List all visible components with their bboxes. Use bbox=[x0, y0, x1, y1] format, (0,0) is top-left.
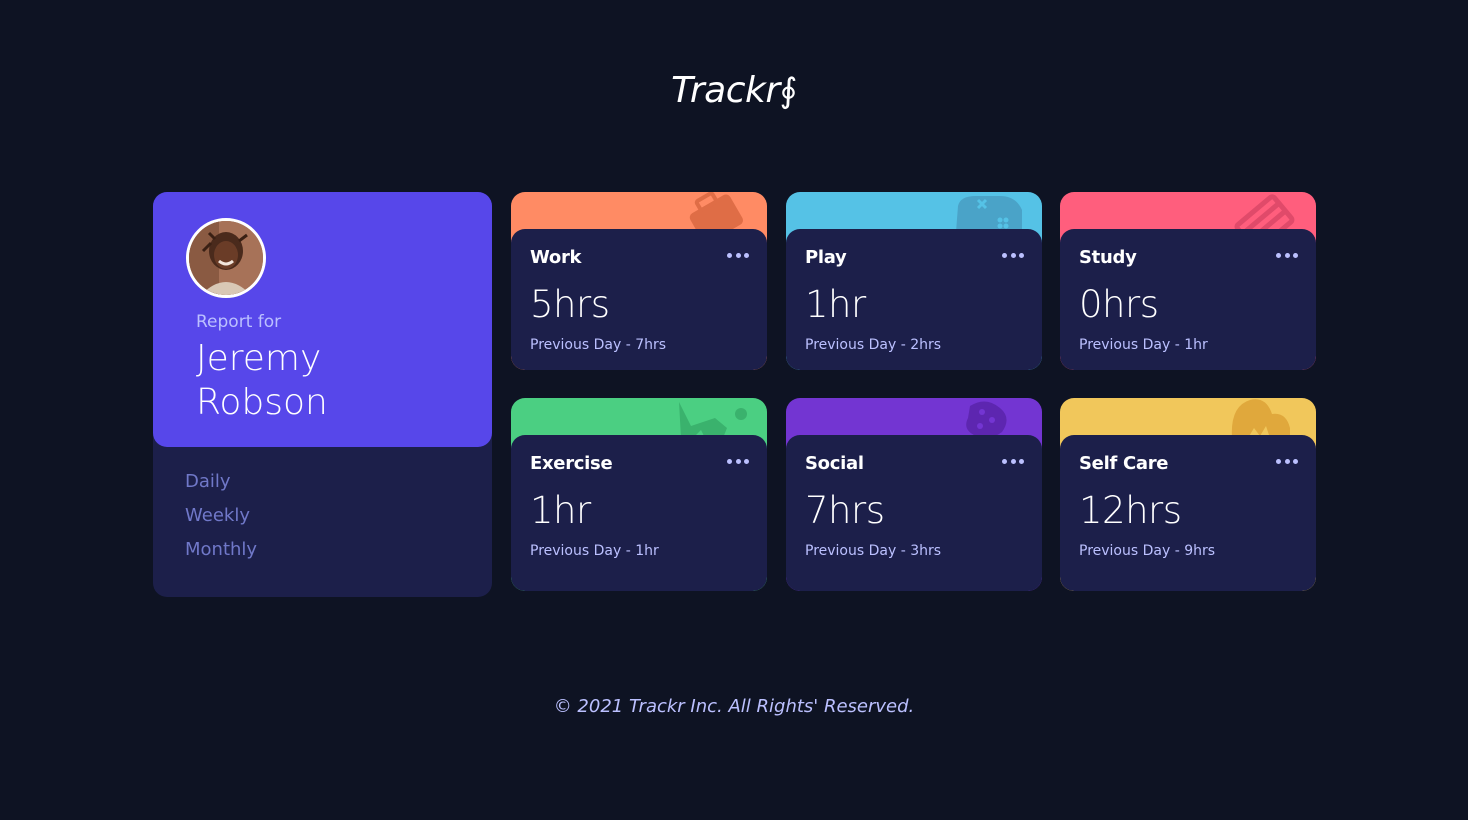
card-body: Study 0hrs Previous Day - 1hr bbox=[1060, 229, 1316, 370]
card-title: Study bbox=[1079, 247, 1137, 268]
report-for-label: Report for bbox=[196, 312, 282, 332]
card-exercise: Exercise 1hr Previous Day - 1hr bbox=[511, 398, 767, 591]
card-title: Social bbox=[805, 453, 864, 474]
period-daily[interactable]: Daily bbox=[185, 468, 257, 502]
user-name: Jeremy Robson bbox=[196, 338, 328, 423]
card-body: Self Care 12hrs Previous Day - 9hrs bbox=[1060, 435, 1316, 591]
profile-header: Report for Jeremy Robson bbox=[153, 192, 492, 447]
avatar bbox=[186, 218, 266, 298]
card-hours: 1hr bbox=[530, 489, 591, 532]
period-monthly[interactable]: Monthly bbox=[185, 536, 257, 570]
more-options-icon[interactable] bbox=[1276, 455, 1298, 467]
card-hours: 0hrs bbox=[1079, 283, 1159, 326]
self-care-icon bbox=[1231, 399, 1290, 438]
card-hours: 1hr bbox=[805, 283, 866, 326]
briefcase-icon bbox=[689, 192, 743, 232]
card-previous: Previous Day - 1hr bbox=[530, 543, 659, 559]
period-weekly[interactable]: Weekly bbox=[185, 502, 257, 536]
card-hours: 7hrs bbox=[805, 489, 885, 532]
app-logo: Trackr∮ bbox=[0, 70, 1468, 111]
more-options-icon[interactable] bbox=[727, 249, 749, 261]
card-title: Play bbox=[805, 247, 847, 268]
card-previous: Previous Day - 1hr bbox=[1079, 337, 1208, 353]
card-work: Work 5hrs Previous Day - 7hrs bbox=[511, 192, 767, 370]
card-self-care: Self Care 12hrs Previous Day - 9hrs bbox=[1060, 398, 1316, 591]
gamepad-icon bbox=[956, 196, 1022, 232]
logo-glyph: ∮ bbox=[779, 71, 798, 111]
logo-text: Trackr bbox=[671, 70, 780, 111]
card-previous: Previous Day - 9hrs bbox=[1079, 543, 1216, 559]
card-previous: Previous Day - 2hrs bbox=[805, 337, 942, 353]
card-body: Work 5hrs Previous Day - 7hrs bbox=[511, 229, 767, 370]
runner-icon bbox=[679, 402, 747, 438]
card-hours: 5hrs bbox=[530, 283, 610, 326]
card-title: Work bbox=[530, 247, 582, 268]
book-icon bbox=[1234, 194, 1295, 232]
footer-copyright: © 2021 Trackr Inc. All Rights' Reserved. bbox=[553, 696, 915, 717]
more-options-icon[interactable] bbox=[1276, 249, 1298, 261]
avatar-image bbox=[189, 221, 263, 295]
more-options-icon[interactable] bbox=[727, 455, 749, 467]
profile-card: Report for Jeremy Robson Daily Weekly Mo… bbox=[153, 192, 492, 597]
card-social: Social 7hrs Previous Day - 3hrs bbox=[786, 398, 1042, 591]
card-play: Play 1hr Previous Day - 2hrs bbox=[786, 192, 1042, 370]
card-hours: 12hrs bbox=[1079, 489, 1182, 532]
card-previous: Previous Day - 7hrs bbox=[530, 337, 667, 353]
period-selector: Daily Weekly Monthly bbox=[185, 468, 257, 570]
card-study: Study 0hrs Previous Day - 1hr bbox=[1060, 192, 1316, 370]
card-body: Play 1hr Previous Day - 2hrs bbox=[786, 229, 1042, 370]
card-title: Exercise bbox=[530, 453, 613, 474]
more-options-icon[interactable] bbox=[1002, 249, 1024, 261]
card-body: Social 7hrs Previous Day - 3hrs bbox=[786, 435, 1042, 591]
card-title: Self Care bbox=[1079, 453, 1169, 474]
more-options-icon[interactable] bbox=[1002, 455, 1024, 467]
social-icon bbox=[966, 401, 1007, 438]
card-previous: Previous Day - 3hrs bbox=[805, 543, 942, 559]
card-body: Exercise 1hr Previous Day - 1hr bbox=[511, 435, 767, 591]
